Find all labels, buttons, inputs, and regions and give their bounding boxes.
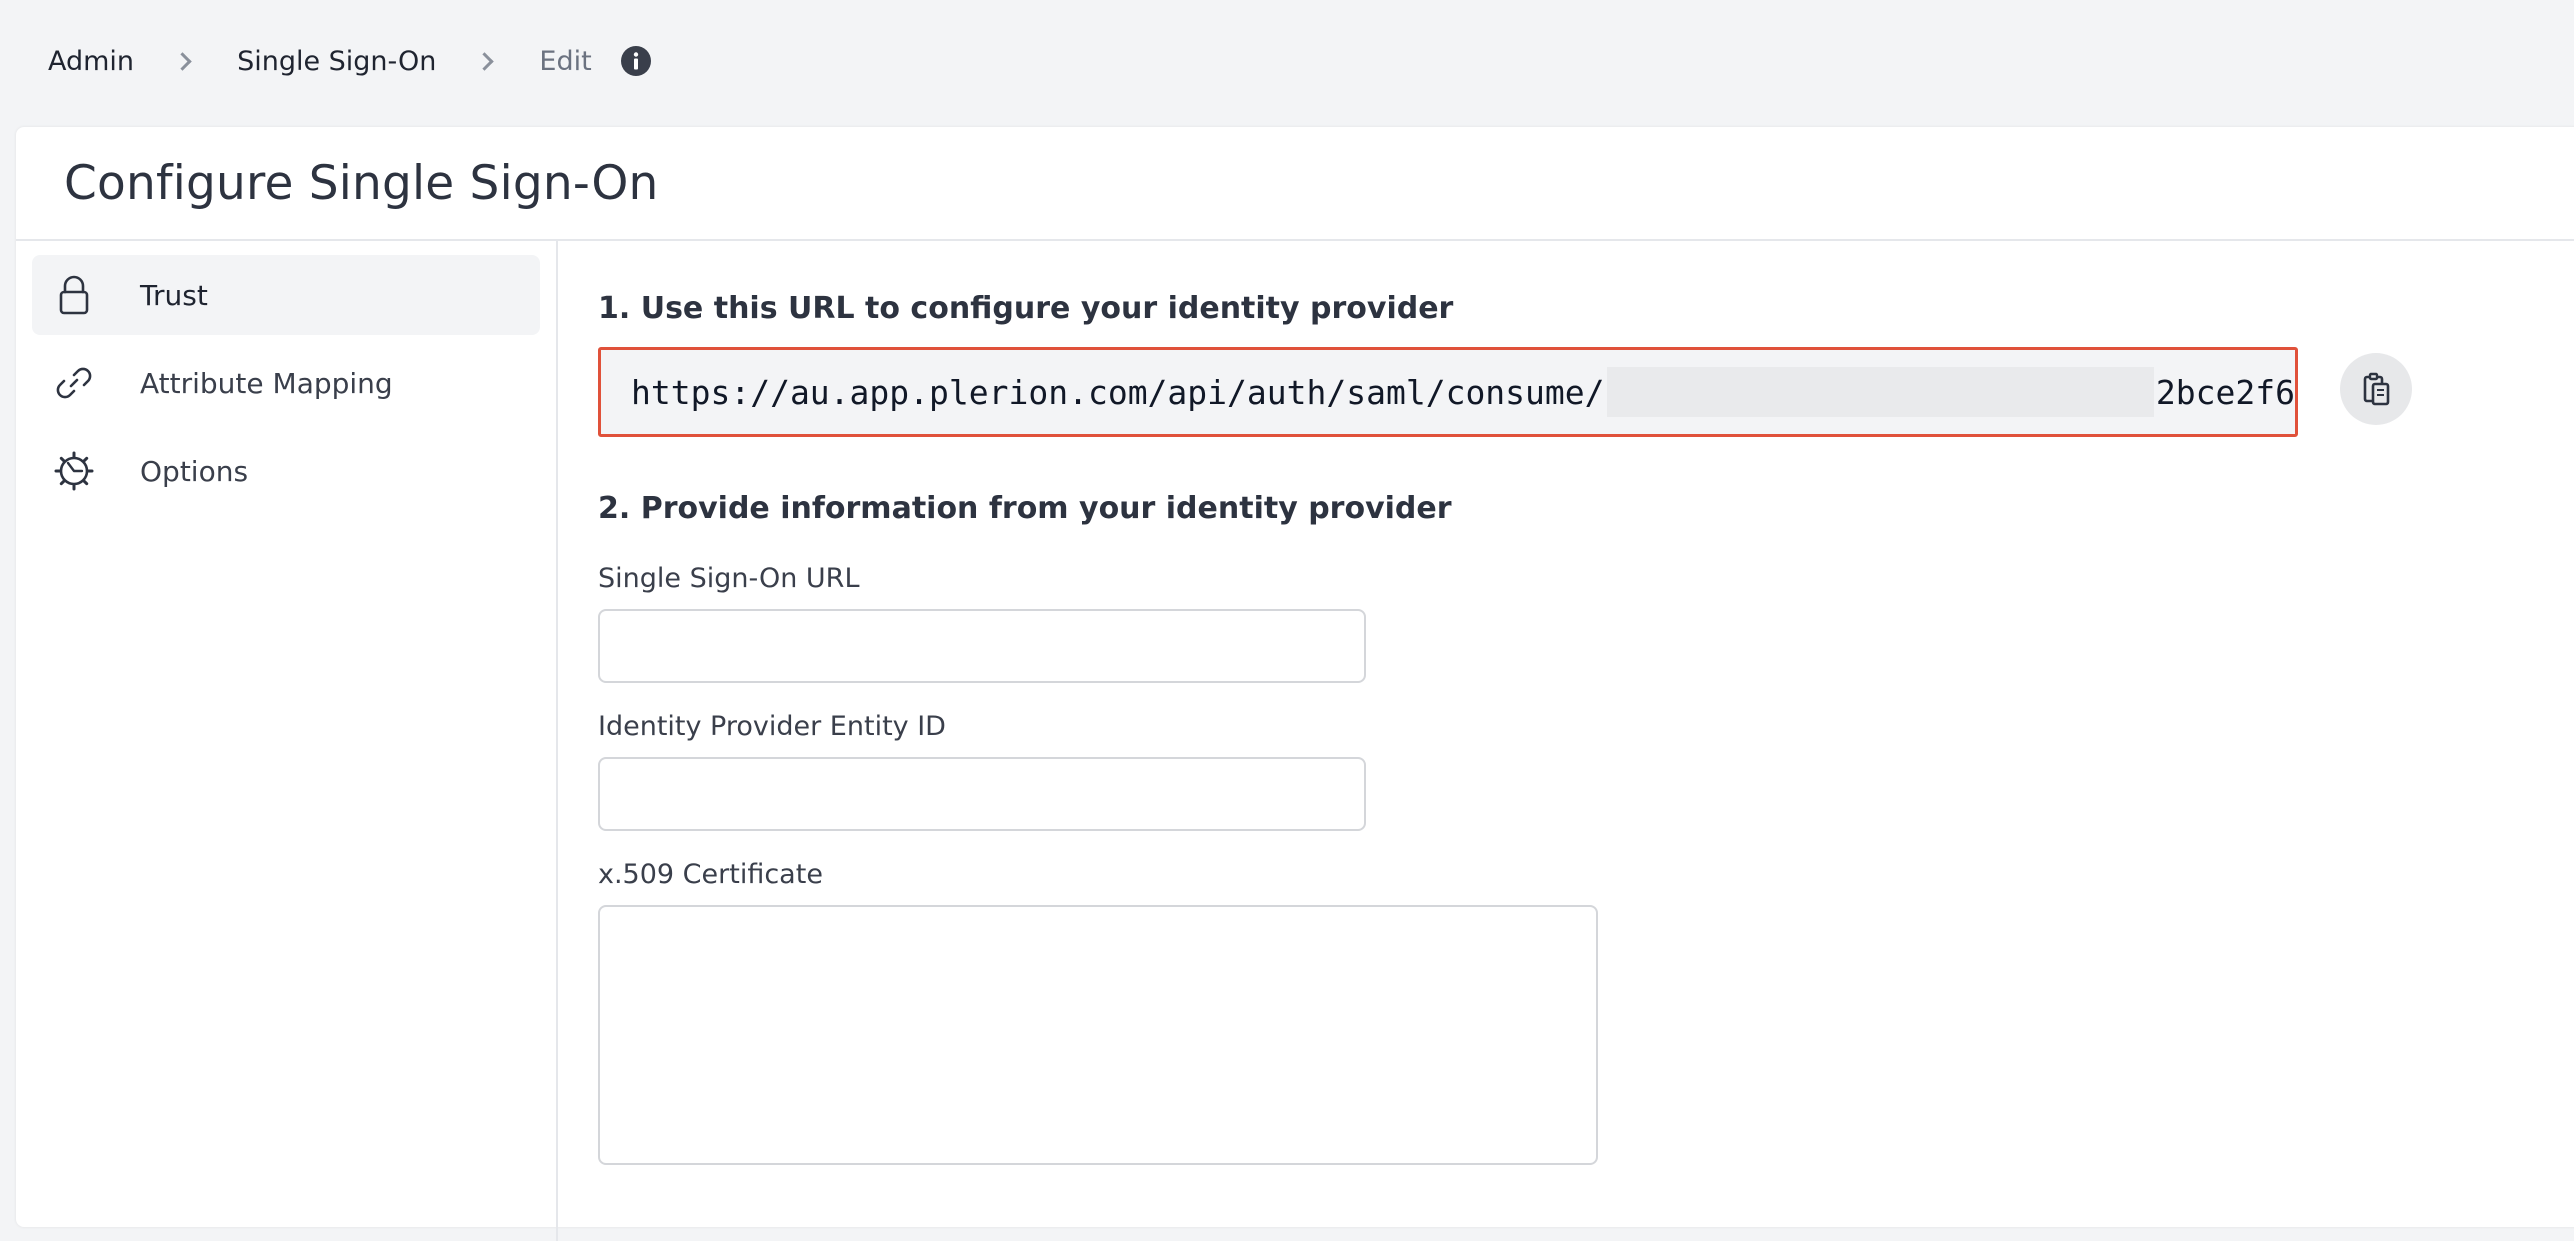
info-circle-icon[interactable] — [620, 45, 652, 77]
acs-url-row: https://au.app.plerion.com/api/auth/saml… — [598, 347, 2412, 437]
page-title: Configure Single Sign-On — [64, 155, 659, 211]
sidebar-item-trust[interactable]: Trust — [32, 255, 540, 335]
chevron-right-icon — [173, 51, 192, 71]
gear-icon — [54, 451, 94, 491]
card-header: Configure Single Sign-On — [16, 127, 2574, 241]
acs-url-prefix: https://au.app.plerion.com/api/auth/saml… — [631, 372, 1605, 412]
copy-url-button[interactable] — [2340, 353, 2412, 425]
sidebar-item-label: Attribute Mapping — [140, 366, 393, 400]
clipboard-copy-icon — [2363, 372, 2390, 406]
acs-url-suffix: 2bce2f6 — [2155, 372, 2295, 412]
sidebar: Trust Attribute Mapping Options — [16, 241, 558, 1241]
sso-url-input[interactable] — [598, 609, 1366, 683]
redacted-segment — [1606, 367, 2154, 417]
step-2-title: 2. Provide information from your identit… — [598, 491, 1452, 526]
sidebar-item-label: Trust — [140, 278, 208, 312]
breadcrumb-admin[interactable]: Admin — [48, 46, 134, 77]
sidebar-item-label: Options — [140, 454, 249, 488]
entity-id-label: Identity Provider Entity ID — [598, 711, 946, 742]
acs-url-field[interactable]: https://au.app.plerion.com/api/auth/saml… — [598, 347, 2298, 437]
breadcrumb-edit: Edit — [539, 45, 592, 77]
certificate-textarea[interactable] — [598, 905, 1598, 1165]
breadcrumb-single-sign-on[interactable]: Single Sign-On — [237, 46, 436, 77]
certificate-label: x.509 Certificate — [598, 859, 823, 890]
lock-icon — [59, 275, 89, 315]
chevron-right-icon — [475, 51, 495, 71]
sso-config-card: Configure Single Sign-On Trust Attribute… — [16, 127, 2574, 1241]
breadcrumb: Admin Single Sign-On Edit — [48, 38, 652, 84]
step-1-title: 1. Use this URL to configure your identi… — [598, 291, 1454, 326]
sidebar-item-attribute-mapping[interactable]: Attribute Mapping — [32, 343, 540, 423]
entity-id-input[interactable] — [598, 757, 1366, 831]
sidebar-item-options[interactable]: Options — [32, 431, 540, 511]
link-icon — [56, 367, 92, 399]
sso-url-label: Single Sign-On URL — [598, 563, 860, 594]
